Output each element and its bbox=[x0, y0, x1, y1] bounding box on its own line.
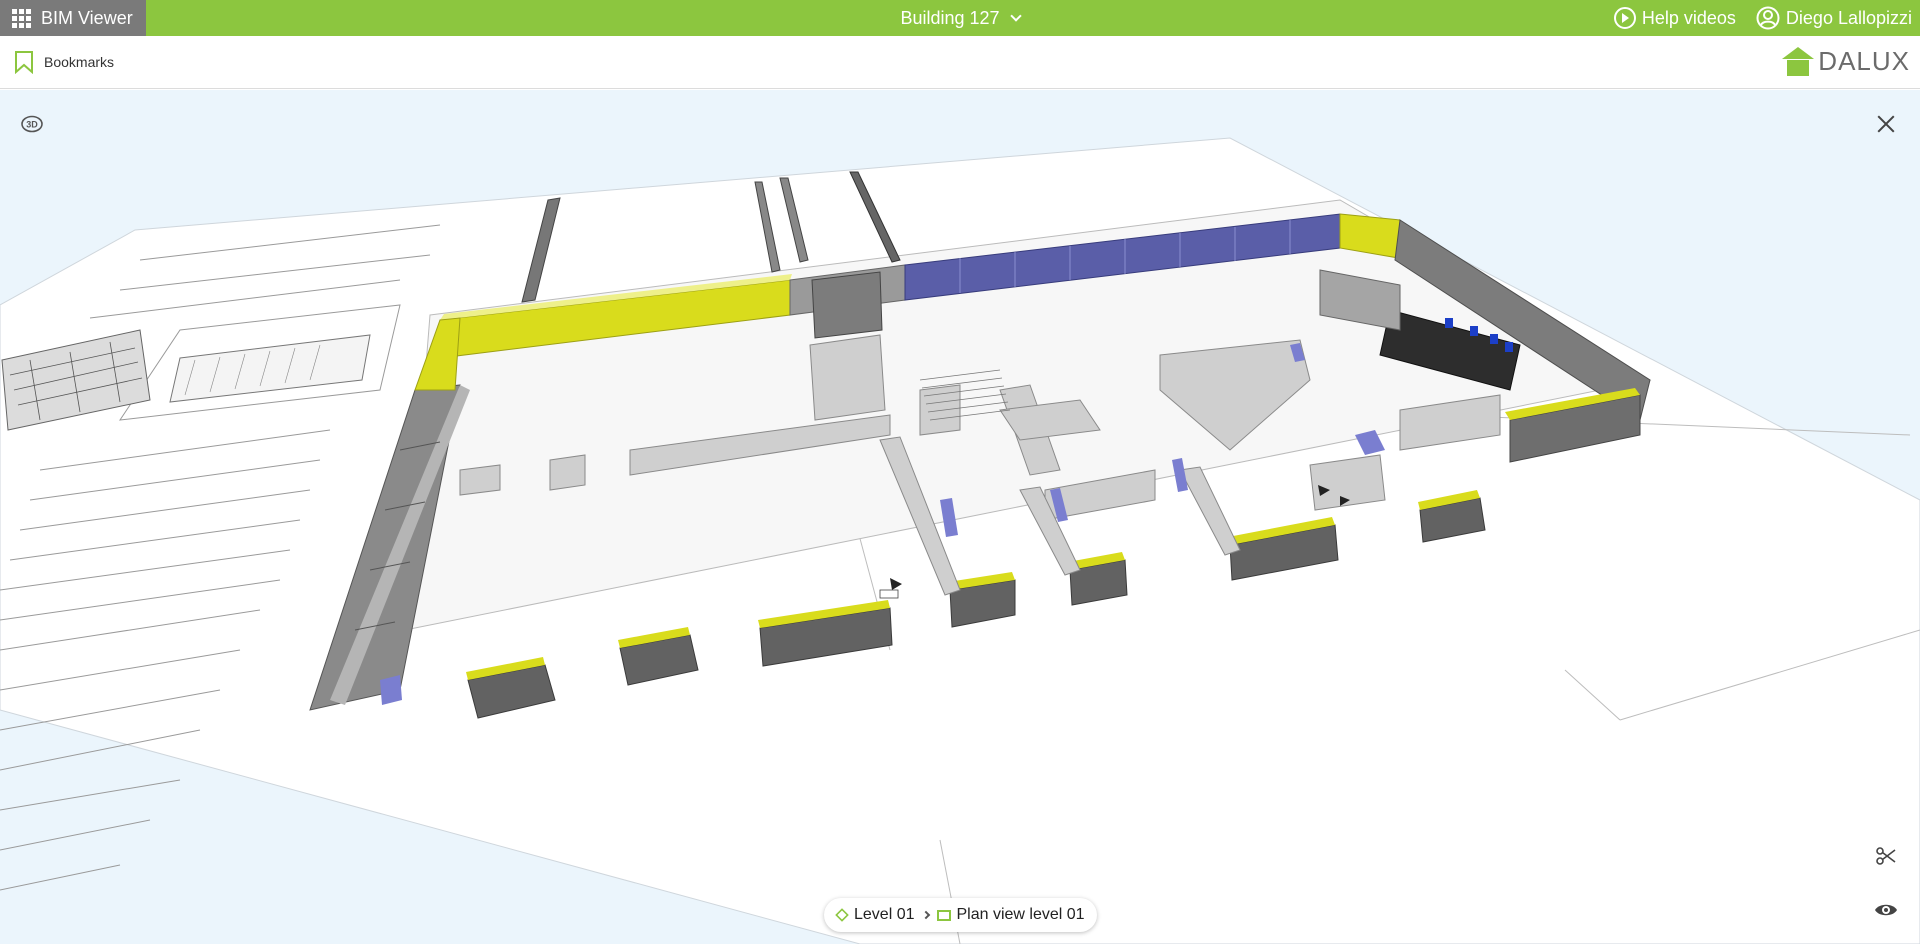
app-title: BIM Viewer bbox=[41, 7, 133, 28]
3d-model-canvas[interactable] bbox=[0, 90, 1920, 944]
plan-view-icon bbox=[936, 909, 951, 921]
close-viewer-button[interactable] bbox=[1872, 110, 1900, 138]
play-icon bbox=[1613, 7, 1636, 29]
section-tool-button[interactable] bbox=[1872, 842, 1900, 870]
3d-mode-button[interactable]: 3D bbox=[18, 110, 46, 138]
chevron-down-icon[interactable] bbox=[1009, 10, 1022, 22]
user-icon bbox=[1756, 6, 1780, 30]
bookmarks-button[interactable]: Bookmarks bbox=[14, 50, 114, 74]
close-icon bbox=[1876, 114, 1896, 134]
help-videos-label: Help videos bbox=[1641, 7, 1736, 28]
user-menu[interactable]: Diego Lallopizzi bbox=[1756, 6, 1912, 30]
chevron-right-icon bbox=[921, 910, 930, 920]
app-menu-button[interactable]: BIM Viewer bbox=[0, 0, 146, 36]
header-right: Help videos Diego Lallopizzi bbox=[1613, 0, 1912, 36]
svg-text:3D: 3D bbox=[26, 120, 38, 130]
help-videos-link[interactable]: Help videos bbox=[1613, 7, 1736, 29]
logo-house-icon bbox=[1782, 47, 1815, 77]
user-name: Diego Lallopizzi bbox=[1785, 7, 1912, 28]
dalux-logo: DALUX bbox=[1782, 46, 1910, 77]
visibility-button[interactable] bbox=[1872, 896, 1900, 924]
breadcrumb-level[interactable]: Level 01 bbox=[854, 906, 915, 924]
level-breadcrumb[interactable]: Level 01 Plan view level 01 bbox=[824, 898, 1097, 932]
level-layers-icon bbox=[835, 908, 849, 922]
bookmark-icon bbox=[15, 51, 33, 74]
bookmarks-label: Bookmarks bbox=[44, 54, 115, 70]
section-scissors-icon bbox=[1876, 847, 1896, 865]
model-viewer[interactable]: 3D Level 01 Plan view level 01 bbox=[0, 90, 1920, 944]
sub-bar: Bookmarks DALUX bbox=[0, 36, 1920, 89]
breadcrumb-view[interactable]: Plan view level 01 bbox=[957, 906, 1085, 924]
visibility-eye-icon bbox=[1875, 904, 1897, 916]
project-selector[interactable]: Building 127 bbox=[900, 8, 999, 29]
top-bar: BIM Viewer Building 127 Help videos Dieg… bbox=[0, 0, 1920, 36]
logo-text: DALUX bbox=[1818, 46, 1910, 76]
3d-mode-icon: 3D bbox=[21, 115, 43, 133]
apps-grid-icon bbox=[12, 8, 31, 28]
